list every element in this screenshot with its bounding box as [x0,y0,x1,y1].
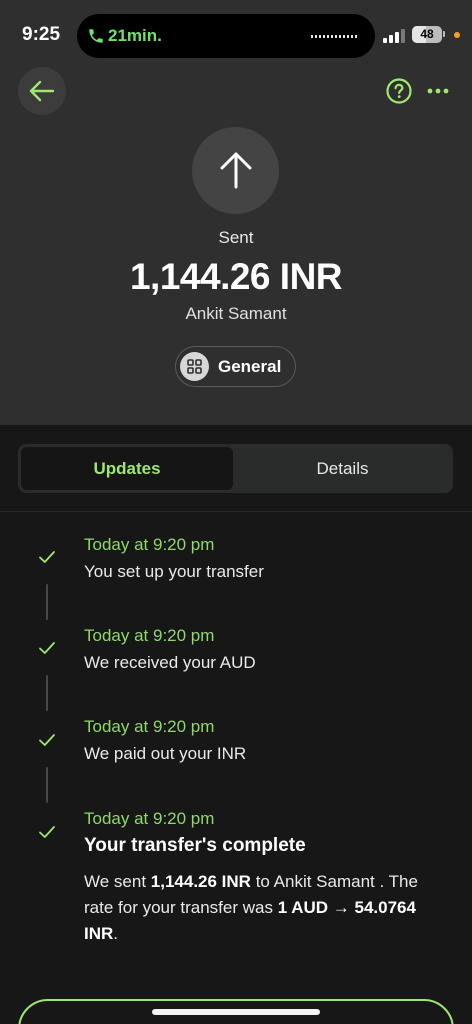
transfer-amount: 1,144.26 INR [129,256,343,297]
battery-indicator: 48 [412,26,442,43]
timeline-time: Today at 9:20 pm [84,717,215,736]
completion-text: We sent [84,872,151,891]
timeline-text: You set up your transfer [84,562,264,581]
recipient-name: Ankit Samant [185,304,287,323]
battery-level: 48 [420,27,434,41]
check-icon [39,642,55,654]
phone-icon [89,29,103,43]
category-label: General [218,357,282,376]
timeline-text: We paid out your INR [84,744,247,763]
home-indicator[interactable] [152,1009,320,1015]
more-dots-icon[interactable] [426,81,450,101]
timeline-connector [46,767,48,803]
arrow-left-icon [29,80,55,102]
tab-bar: Updates Details [18,444,453,493]
question-circle-icon[interactable] [386,78,412,104]
battery-tip [443,31,445,37]
timeline-time: Today at 9:20 pm [84,809,215,828]
category-button[interactable]: General [175,346,296,387]
privacy-indicator-dot [454,32,460,38]
check-icon [39,734,55,746]
dynamic-island-call[interactable]: 21min. [77,14,375,58]
completion-message: We sent 1,144.26 INR to Ankit Samant . T… [84,869,449,947]
audio-waveform [311,35,359,38]
transfer-status: Sent [218,228,254,247]
tab-updates[interactable]: Updates [21,447,233,490]
completion-text: . [113,924,119,943]
grid-icon [187,359,202,374]
timeline-time: Today at 9:20 pm [84,626,215,645]
timeline-time: Today at 9:20 pm [84,535,215,554]
status-time: 9:25 [22,24,61,45]
timeline-connector [46,675,48,711]
back-button[interactable] [18,67,66,115]
arrow-up-icon [220,152,252,189]
timeline-heading: Your transfer's complete [84,835,306,856]
check-icon [39,551,55,563]
tab-details[interactable]: Details [235,447,450,490]
timeline-connector [46,584,48,620]
call-duration: 21min. [108,26,162,45]
completion-amount: 1,144.26 INR [150,872,251,891]
sent-direction-badge [192,127,279,214]
cellular-signal-icon [383,29,405,43]
timeline-text: We received your AUD [84,653,256,672]
section-divider [0,511,472,512]
category-icon-badge [180,352,209,381]
check-icon [39,826,55,838]
